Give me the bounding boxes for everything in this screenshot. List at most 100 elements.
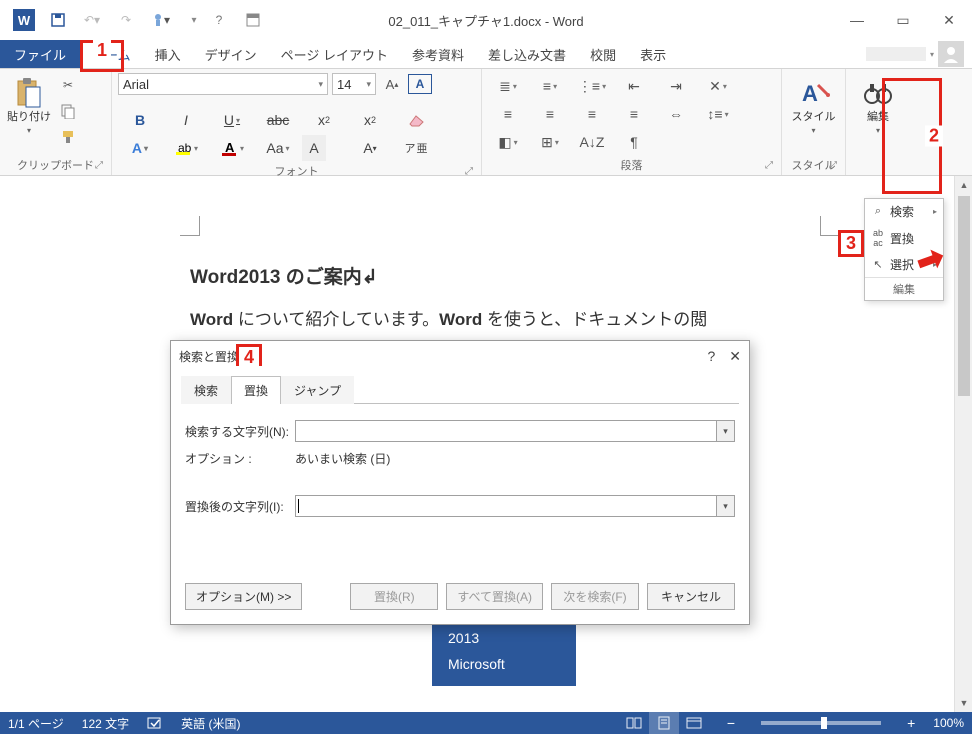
tab-insert[interactable]: 挿入: [143, 40, 193, 68]
cancel-button[interactable]: キャンセル: [647, 583, 735, 610]
tab-review[interactable]: 校閲: [578, 40, 628, 68]
sort-icon[interactable]: A↓Z: [572, 129, 612, 155]
zoom-out-icon[interactable]: −: [727, 715, 735, 731]
find-combo-caret-icon[interactable]: ▾: [716, 421, 734, 441]
char-shading-icon[interactable]: A: [302, 135, 326, 161]
align-left-icon[interactable]: ≡: [488, 101, 528, 127]
tab-view[interactable]: 表示: [628, 40, 678, 68]
increase-indent-icon[interactable]: ⇥: [656, 73, 696, 99]
help-icon[interactable]: ?: [204, 5, 234, 35]
dialog-tab-goto[interactable]: ジャンプ: [281, 376, 354, 404]
decrease-indent-icon[interactable]: ⇤: [614, 73, 654, 99]
ribbon-display-options-icon[interactable]: [238, 5, 268, 35]
dialog-tab-replace[interactable]: 置換: [231, 376, 281, 404]
redo-icon[interactable]: ↷: [116, 10, 136, 30]
italic-icon[interactable]: I: [164, 107, 208, 133]
tab-page-layout[interactable]: ページ レイアウト: [269, 40, 400, 68]
font-size-select[interactable]: 14▾: [332, 73, 376, 95]
dialog-close-icon[interactable]: ✕: [729, 348, 741, 365]
word-count[interactable]: 122 文字: [82, 715, 129, 732]
copy-icon[interactable]: [58, 101, 78, 121]
eraser-icon[interactable]: [394, 107, 438, 133]
options-button[interactable]: オプション(M) >>: [185, 583, 302, 610]
tab-references[interactable]: 参考資料: [400, 40, 476, 68]
asian-layout-icon[interactable]: ✕: [698, 73, 738, 99]
replace-with-input[interactable]: ▾: [295, 495, 735, 517]
text-effects-icon[interactable]: A: [118, 135, 162, 161]
scroll-down-icon[interactable]: ▼: [955, 694, 972, 712]
styles-launcher-icon[interactable]: ⤢: [827, 160, 839, 172]
paste-button[interactable]: 貼り付け ▾: [6, 73, 52, 135]
replace-combo-caret-icon[interactable]: ▾: [716, 496, 734, 516]
line-spacing-icon[interactable]: ↕≡: [698, 101, 738, 127]
zoom-handle[interactable]: [821, 717, 827, 729]
save-icon[interactable]: [48, 10, 68, 30]
replace-button[interactable]: 置換(R): [350, 583, 438, 610]
tab-home[interactable]: ホーム: [80, 40, 143, 68]
tab-file[interactable]: ファイル: [0, 40, 80, 68]
vertical-scrollbar[interactable]: ▲ ▼: [954, 176, 972, 712]
editing-button[interactable]: 編集 ▾: [855, 73, 901, 135]
subscript-icon[interactable]: x2: [302, 107, 346, 133]
styles-button[interactable]: A スタイル ▾: [789, 73, 839, 135]
superscript-icon[interactable]: x2: [348, 107, 392, 133]
highlight-icon[interactable]: ab: [164, 135, 208, 161]
find-what-input[interactable]: ▾: [295, 420, 735, 442]
undo-icon[interactable]: ↶▾: [82, 10, 102, 30]
language-indicator[interactable]: 英語 (米国): [181, 715, 240, 732]
format-painter-icon[interactable]: [58, 127, 78, 147]
web-layout-icon[interactable]: [679, 712, 709, 734]
bullets-icon[interactable]: ≣: [488, 73, 528, 99]
shrink-font-icon[interactable]: A▾: [348, 135, 392, 161]
find-next-button[interactable]: 次を検索(F): [551, 583, 639, 610]
grow-font-icon[interactable]: A▴: [380, 74, 404, 94]
dialog-tab-find[interactable]: 検索: [181, 376, 231, 404]
close-icon[interactable]: ✕: [926, 5, 972, 35]
distribute-icon[interactable]: ⇔: [656, 101, 696, 127]
bold-icon[interactable]: B: [118, 107, 162, 133]
qat-customize-icon[interactable]: ▾: [184, 10, 204, 30]
font-name-select[interactable]: Arial▾: [118, 73, 328, 95]
quick-access-toolbar: ↶▾ ↷ ▾ ▾: [48, 10, 204, 30]
dialog-help-icon[interactable]: ?: [707, 348, 715, 365]
show-marks-icon[interactable]: ¶: [614, 129, 654, 155]
phonetic-guide-icon[interactable]: ア 亜: [394, 135, 438, 161]
text-border-icon[interactable]: A: [408, 74, 432, 94]
clipboard-launcher-icon[interactable]: ⤢: [93, 160, 105, 172]
page-indicator[interactable]: 1/1 ページ: [8, 715, 64, 732]
align-right-icon[interactable]: ≡: [572, 101, 612, 127]
user-menu-caret-icon[interactable]: ▾: [930, 50, 934, 59]
multilevel-list-icon[interactable]: ⋮≡: [572, 73, 612, 99]
tab-mailings[interactable]: 差し込み文書: [476, 40, 578, 68]
borders-icon[interactable]: ⊞: [530, 129, 570, 155]
zoom-in-icon[interactable]: +: [907, 715, 915, 731]
restore-icon[interactable]: ▭: [880, 5, 926, 35]
paragraph-launcher-icon[interactable]: ⤢: [763, 160, 775, 172]
font-color-icon[interactable]: A: [210, 135, 254, 161]
cut-icon[interactable]: ✂: [58, 75, 78, 95]
scroll-up-icon[interactable]: ▲: [955, 176, 972, 194]
change-case-icon[interactable]: Aa: [256, 135, 300, 161]
proofing-icon[interactable]: [147, 716, 163, 730]
read-mode-icon[interactable]: [619, 712, 649, 734]
avatar-icon[interactable]: [938, 41, 964, 67]
strikethrough-icon[interactable]: abc: [256, 107, 300, 133]
numbering-icon[interactable]: ≡: [530, 73, 570, 99]
underline-icon[interactable]: U: [210, 107, 254, 133]
replace-menu-item[interactable]: abac 置換: [865, 224, 943, 252]
align-center-icon[interactable]: ≡: [530, 101, 570, 127]
zoom-slider[interactable]: [761, 721, 881, 725]
dialog-titlebar[interactable]: 検索と置換 ? ✕: [171, 341, 749, 371]
select-menu-item[interactable]: ↖ 選択 ▸: [865, 252, 943, 277]
scroll-thumb[interactable]: [958, 196, 970, 396]
shading-icon[interactable]: ◧: [488, 129, 528, 155]
zoom-value[interactable]: 100%: [933, 716, 964, 730]
replace-all-button[interactable]: すべて置換(A): [446, 583, 543, 610]
print-layout-icon[interactable]: [649, 712, 679, 734]
tab-design[interactable]: デザイン: [193, 40, 269, 68]
justify-icon[interactable]: ≡: [614, 101, 654, 127]
minimize-icon[interactable]: —: [834, 5, 880, 35]
touch-mode-icon[interactable]: ▾: [150, 10, 170, 30]
find-menu-item[interactable]: ⌕ 検索 ▸: [865, 199, 943, 224]
document-heading: Word2013 のご案内↲: [190, 262, 378, 289]
